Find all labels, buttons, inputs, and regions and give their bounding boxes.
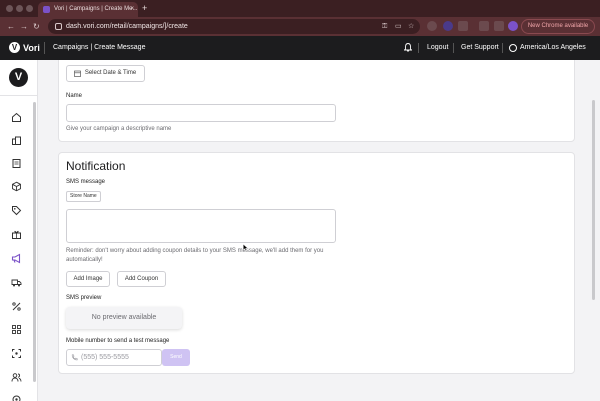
sms-message-textarea[interactable] (66, 209, 336, 243)
extension-shield-icon[interactable] (443, 21, 453, 31)
new-tab-button[interactable]: + (142, 1, 147, 16)
app-header: V Vori Campaigns | Create Message Logout… (0, 36, 600, 60)
send-test-button[interactable]: Send (162, 349, 190, 366)
page-title: Campaigns | Create Message (53, 44, 146, 51)
phone-number-input[interactable]: (555) 555-5555 (66, 349, 162, 366)
add-coupon-button[interactable]: Add Coupon (117, 271, 166, 287)
new-chrome-available-button[interactable]: New Chrome available (521, 19, 595, 34)
calendar-icon (74, 70, 81, 77)
box-icon[interactable] (11, 181, 22, 192)
header-separator (453, 43, 454, 53)
phone-icon (71, 354, 78, 361)
extension-globe-icon[interactable] (427, 21, 437, 31)
select-date-time-label: Select Date & Time (84, 70, 137, 76)
browser-toolbar: ← → ↻ dash.vori.com/retail/campaigns/]/c… (0, 17, 600, 36)
header-separator (502, 43, 503, 53)
timezone-selector[interactable]: America/Los Angeles (520, 41, 586, 55)
truck-icon[interactable] (11, 277, 22, 288)
mouse-cursor-icon (243, 244, 248, 251)
forward-icon[interactable]: → (20, 20, 28, 33)
store-icon[interactable] (11, 135, 22, 146)
sms-preview-label: SMS preview (66, 295, 102, 301)
back-icon[interactable]: ← (7, 20, 15, 33)
vori-logo-icon[interactable]: V (9, 42, 20, 53)
notification-heading: Notification (66, 159, 126, 173)
key-icon[interactable]: ⚿ (382, 19, 387, 34)
users-icon[interactable] (11, 372, 22, 383)
browser-tab-bar: Vori | Campaigns | Create Me... × + (0, 0, 600, 17)
bell-icon[interactable] (404, 43, 412, 52)
header-divider (44, 42, 45, 54)
maximize-window-dot[interactable] (26, 5, 33, 12)
cast-icon[interactable]: ▭ (395, 19, 402, 34)
mobile-number-label: Mobile number to send a test message (66, 338, 170, 344)
download-icon[interactable] (494, 21, 504, 31)
megaphone-icon[interactable] (11, 253, 22, 264)
gift-icon[interactable] (11, 229, 22, 240)
scan-icon[interactable] (11, 348, 22, 359)
sidebar-scrollbar[interactable] (33, 102, 36, 382)
main-content: Select Date & Time Name Give your campai… (38, 60, 600, 401)
clock-icon (509, 44, 517, 52)
url-text: dash.vori.com/retail/campaigns/]/create (66, 23, 188, 30)
reading-list-icon[interactable] (479, 21, 489, 31)
grid-icon[interactable] (11, 324, 22, 335)
profile-avatar[interactable] (508, 21, 518, 31)
close-window-dot[interactable] (6, 5, 13, 12)
reload-icon[interactable]: ↻ (33, 20, 40, 33)
extensions-puzzle-icon[interactable] (458, 21, 468, 31)
logout-link[interactable]: Logout (427, 41, 448, 55)
coupon-reminder: Reminder: don't worry about adding coupo… (66, 248, 324, 263)
sidebar-divider (0, 95, 38, 96)
percent-icon[interactable] (11, 301, 22, 312)
add-image-button[interactable]: Add Image (66, 271, 110, 287)
bookmark-star-icon[interactable]: ☆ (408, 19, 414, 34)
store-name-chip[interactable]: Store Name (66, 191, 101, 202)
tag-icon[interactable] (11, 205, 22, 216)
browser-tab[interactable]: Vori | Campaigns | Create Me... × (38, 2, 138, 17)
close-tab-icon[interactable]: × (130, 2, 134, 17)
site-info-icon[interactable] (55, 23, 62, 30)
sms-message-label: SMS message (66, 179, 106, 185)
tab-title: Vori | Campaigns | Create Me... (54, 6, 138, 12)
vori-favicon-icon (43, 6, 50, 13)
name-label: Name (66, 93, 83, 99)
name-hint: Give your campaign a descriptive name (66, 126, 172, 132)
brand-name[interactable]: Vori (23, 41, 40, 55)
select-date-time-button[interactable]: Select Date & Time (66, 65, 145, 82)
vori-sidebar-logo-icon[interactable]: V (9, 68, 28, 87)
minimize-window-dot[interactable] (16, 5, 23, 12)
sidebar: V (0, 60, 38, 401)
campaign-name-input[interactable] (66, 104, 336, 122)
sms-preview-box: No preview available (66, 307, 182, 329)
phone-placeholder: (555) 555-5555 (81, 354, 129, 361)
home-icon[interactable] (11, 112, 22, 123)
header-separator (418, 43, 419, 53)
settings-icon[interactable] (11, 394, 22, 401)
get-support-link[interactable]: Get Support (461, 41, 499, 55)
address-bar[interactable]: dash.vori.com/retail/campaigns/]/create … (48, 19, 420, 34)
main-scrollbar[interactable] (592, 100, 595, 300)
invoice-icon[interactable] (11, 158, 22, 169)
